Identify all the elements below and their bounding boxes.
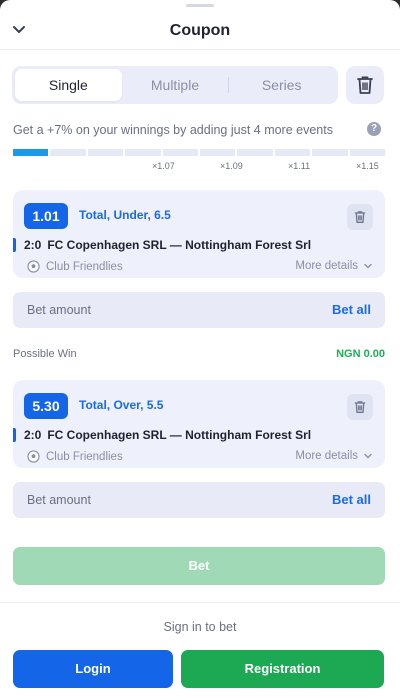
tab-multiple[interactable]: Multiple (122, 69, 229, 101)
soccer-ball-icon (27, 260, 40, 273)
bet-card: 1.01 Total, Under, 6.5 2:0 FC Copenhagen … (13, 190, 385, 278)
progress-segment (274, 149, 311, 156)
promo-progress-bar (13, 149, 386, 156)
more-details-link[interactable]: More details (295, 450, 373, 462)
trash-icon (354, 211, 366, 223)
bet-type-tabs: Single Multiple Series (12, 66, 338, 104)
progress-segment (50, 149, 86, 156)
multiplier-label: ×1.11 (288, 161, 311, 171)
soccer-ball-icon (27, 450, 40, 463)
remove-bet-button[interactable] (347, 204, 373, 230)
drag-handle[interactable] (186, 4, 214, 7)
match-teams: FC Copenhagen SRL — Nottingham Forest Sr… (47, 238, 312, 252)
progress-segment (349, 149, 386, 156)
progress-segment (200, 149, 236, 156)
bet-amount-input[interactable]: Bet amount Bet all (13, 482, 385, 518)
progress-segment (162, 149, 199, 156)
promo-text: Get a +7% on your winnings by adding jus… (13, 123, 333, 137)
league-name: Club Friendlies (46, 450, 123, 463)
chevron-down-icon (364, 453, 372, 459)
place-bet-button[interactable]: Bet (13, 547, 385, 585)
match-name: 2:0 FC Copenhagen SRL — Nottingham Forest… (24, 238, 311, 252)
tab-series[interactable]: Series (228, 69, 335, 101)
multiplier-label: ×1.09 (220, 161, 243, 171)
progress-segment (87, 149, 124, 156)
registration-button[interactable]: Registration (181, 650, 384, 688)
sign-in-prompt: Sign in to bet (163, 620, 237, 634)
odd-badge: 1.01 (24, 203, 68, 229)
match-teams: FC Copenhagen SRL — Nottingham Forest Sr… (47, 428, 312, 442)
bet-amount-input[interactable]: Bet amount Bet all (13, 292, 385, 328)
progress-segment (312, 149, 348, 156)
progress-segment (13, 149, 49, 156)
progress-segment (125, 149, 161, 156)
coupon-sheet: Coupon Single Multiple Series Get a +7% … (0, 0, 400, 700)
remove-bet-button[interactable] (347, 394, 373, 420)
clear-coupon-button[interactable] (346, 66, 384, 104)
possible-win-label: Possible Win (13, 348, 77, 360)
more-details-link[interactable]: More details (295, 260, 373, 272)
chevron-down-icon (364, 263, 372, 269)
bet-amount-placeholder: Bet amount (27, 303, 91, 317)
more-details-label: More details (295, 260, 358, 272)
match-score: 2:0 (24, 428, 42, 442)
bet-amount-placeholder: Bet amount (27, 493, 91, 507)
progress-segment (237, 149, 273, 156)
trash-icon (354, 401, 366, 413)
market-name: Total, Under, 6.5 (79, 208, 171, 222)
multiplier-label: ×1.07 (152, 161, 175, 171)
divider (0, 602, 400, 603)
league-name: Club Friendlies (46, 260, 123, 273)
trash-icon (357, 76, 373, 94)
match-score: 2:0 (24, 238, 42, 252)
multiplier-label: ×1.15 (356, 161, 379, 171)
page-title: Coupon (169, 22, 231, 39)
match-name: 2:0 FC Copenhagen SRL — Nottingham Forest… (24, 428, 311, 442)
help-icon[interactable]: ? (367, 122, 381, 136)
live-indicator (13, 238, 16, 252)
bet-all-button[interactable]: Bet all (332, 302, 371, 317)
odd-badge: 5.30 (24, 393, 68, 419)
coupon-header: Coupon (0, 14, 400, 50)
more-details-label: More details (295, 450, 358, 462)
live-indicator (13, 428, 16, 442)
login-button[interactable]: Login (13, 650, 173, 688)
league-label: Club Friendlies (27, 260, 123, 273)
bet-all-button[interactable]: Bet all (332, 492, 371, 507)
possible-win-value: NGN 0.00 (336, 348, 385, 360)
tab-single[interactable]: Single (15, 69, 122, 101)
market-name: Total, Over, 5.5 (79, 398, 164, 412)
league-label: Club Friendlies (27, 450, 123, 463)
bet-card: 5.30 Total, Over, 5.5 2:0 FC Copenhagen S… (13, 380, 385, 468)
